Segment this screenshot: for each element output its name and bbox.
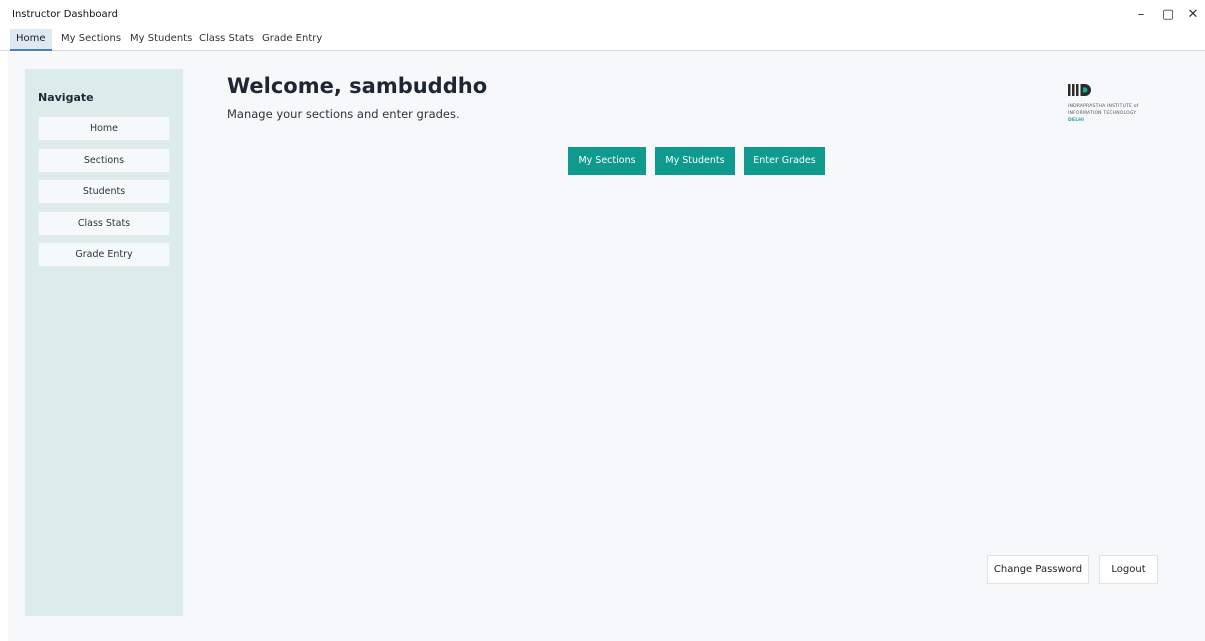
institute-logo: INDRAPRASTHA INSTITUTE of INFORMATION TE…	[1068, 83, 1168, 153]
sidebar-item-grade-entry[interactable]: Grade Entry	[38, 242, 170, 267]
logo-text-line-3: DELHI	[1068, 118, 1085, 123]
sidebar-item-sections[interactable]: Sections	[38, 148, 170, 173]
logo-text-line-1: INDRAPRASTHA INSTITUTE of	[1068, 104, 1139, 109]
enter-grades-button[interactable]: Enter Grades	[744, 147, 825, 175]
maximize-icon[interactable]: ▢	[1155, 6, 1181, 24]
tab-bar: Home My Sections My Students Class Stats…	[0, 29, 1205, 51]
tab-class-stats[interactable]: Class Stats	[193, 29, 260, 49]
close-icon[interactable]: ✕	[1180, 6, 1205, 24]
sidebar-item-home[interactable]: Home	[38, 116, 170, 141]
tab-home[interactable]: Home	[10, 29, 52, 51]
my-students-button[interactable]: My Students	[655, 147, 735, 175]
tab-grade-entry[interactable]: Grade Entry	[256, 29, 328, 49]
logo-text-line-2: INFORMATION TECHNOLOGY	[1068, 111, 1137, 116]
content-area	[8, 51, 1205, 641]
sidebar-item-students[interactable]: Students	[38, 179, 170, 204]
my-sections-button[interactable]: My Sections	[568, 147, 646, 175]
page-title: Welcome, sambuddho	[227, 74, 488, 98]
sidebar-title: Navigate	[38, 91, 94, 104]
logo-mark-icon	[1068, 84, 1091, 96]
sidebar-item-class-stats[interactable]: Class Stats	[38, 211, 170, 236]
window-title: Instructor Dashboard	[12, 9, 118, 20]
page-subtitle: Manage your sections and enter grades.	[227, 107, 460, 121]
minimize-icon[interactable]: –	[1128, 6, 1154, 24]
change-password-button[interactable]: Change Password	[987, 555, 1089, 584]
title-bar: Instructor Dashboard – ▢ ✕	[0, 0, 1205, 28]
tab-my-students[interactable]: My Students	[124, 29, 198, 49]
logout-button[interactable]: Logout	[1099, 555, 1158, 584]
tab-my-sections[interactable]: My Sections	[55, 29, 127, 49]
